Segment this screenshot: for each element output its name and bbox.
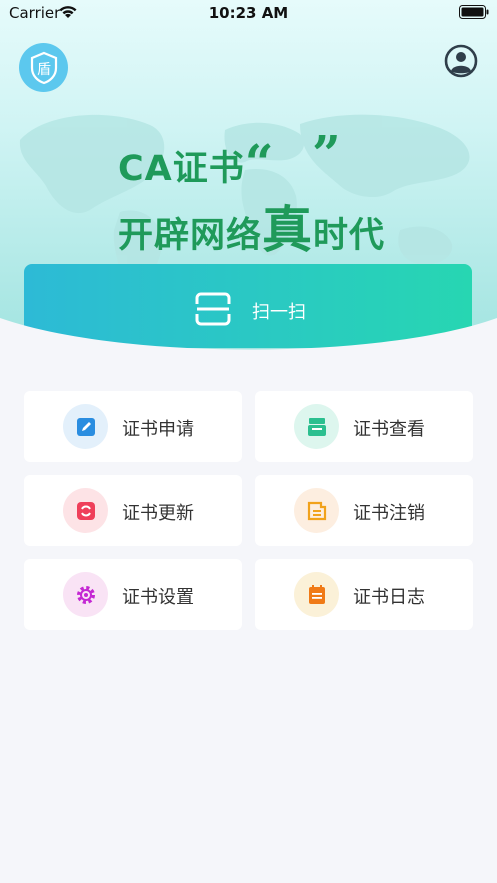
menu-label-log: 证书日志 [353,587,425,608]
slogan-line2-suffix: 时代 [313,216,386,256]
menu-card-view[interactable]: 证书查看 [255,391,473,462]
status-bar: Carrier 10:23 AM [0,0,497,26]
slogan-line2-prefix: 开辟网络 [118,216,263,256]
shield-logo-icon: 盾 [19,43,68,92]
menu-card-log[interactable]: 证书日志 [255,559,473,630]
user-profile-icon[interactable] [444,44,478,78]
revoke-icon [294,488,339,533]
logo-char: 盾 [37,62,51,78]
menu-card-apply[interactable]: 证书申请 [24,391,242,462]
menu-label-settings: 证书设置 [122,587,194,608]
menu-label-apply: 证书申请 [122,419,194,440]
edit-icon [63,404,108,449]
slogan-line1: CA证书 [118,149,245,189]
view-icon [294,404,339,449]
open-quote: “ [244,133,275,192]
menu-card-settings[interactable]: 证书设置 [24,559,242,630]
curved-divider [0,318,497,380]
refresh-icon [63,488,108,533]
log-icon [294,572,339,617]
banner-slogan: CA证书“ 开辟网络真时代 [118,133,385,262]
battery-icon [459,5,489,19]
close-quote: ” [312,124,341,183]
clock: 10:23 AM [208,4,289,22]
menu-label-revoke: 证书注销 [353,503,425,524]
slogan-highlight: 真 [262,200,314,259]
gear-icon [63,572,108,617]
menu-label-view: 证书查看 [353,419,425,440]
menu-card-revoke[interactable]: 证书注销 [255,475,473,546]
menu-label-update: 证书更新 [122,503,194,524]
menu-card-update[interactable]: 证书更新 [24,475,242,546]
